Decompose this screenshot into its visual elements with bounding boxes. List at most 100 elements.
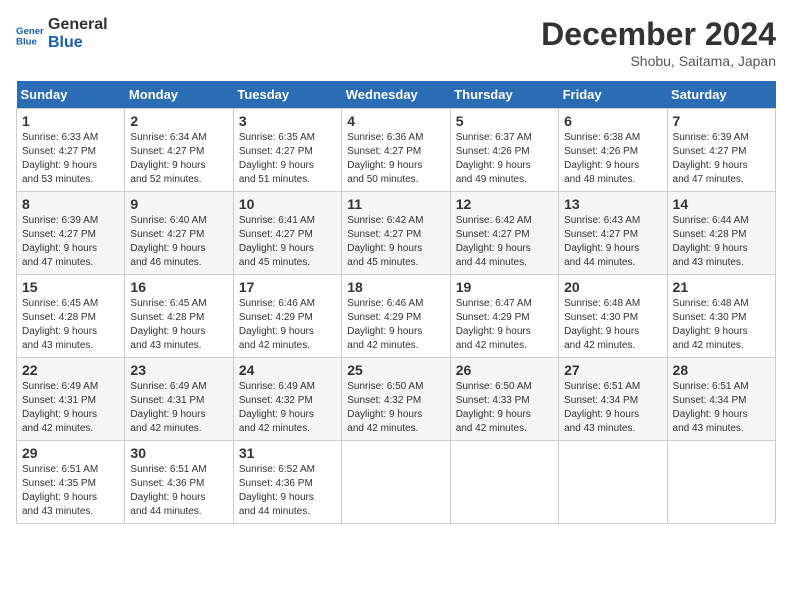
day-number: 15 [22,279,119,295]
calendar-cell: 18Sunrise: 6:46 AM Sunset: 4:29 PM Dayli… [342,275,450,358]
day-info: Sunrise: 6:36 AM Sunset: 4:27 PM Dayligh… [347,131,444,187]
day-info: Sunrise: 6:46 AM Sunset: 4:29 PM Dayligh… [239,297,336,353]
calendar-cell: 12 Sunrise: 6:42 AM Sunset: 4:27 PM Dayli… [450,192,558,275]
day-info: Sunrise: 6:45 AM Sunset: 4:28 PM Dayligh… [22,297,119,353]
calendar-cell: 8Sunrise: 6:39 AM Sunset: 4:27 PM Daylig… [17,192,125,275]
calendar-cell: 11 Sunrise: 6:42 AM Sunset: 4:27 PM Dayli… [342,192,450,275]
day-number: 28 [673,362,770,378]
day-info: Sunrise: 6:40 AM Sunset: 4:27 PM Dayligh… [130,214,227,270]
day-number: 5 [456,113,553,129]
calendar-cell: 14 Sunrise: 6:44 AM Sunset: 4:28 PM Dayli… [667,192,775,275]
logo-general: General [48,16,108,34]
day-number: 25 [347,362,444,378]
day-info: Sunrise: 6:51 AM Sunset: 4:34 PM Dayligh… [673,380,770,436]
logo-blue: Blue [48,34,108,52]
day-number: 3 [239,113,336,129]
day-number: 13 [564,196,661,212]
calendar-cell: 23 Sunrise: 6:49 AM Sunset: 4:31 PM Dayli… [125,358,233,441]
calendar-cell: 27 Sunrise: 6:51 AM Sunset: 4:34 PM Dayli… [559,358,667,441]
day-number: 4 [347,113,444,129]
day-number: 9 [130,196,227,212]
day-info: Sunrise: 6:47 AM Sunset: 4:29 PM Dayligh… [456,297,553,353]
day-info: Sunrise: 6:42 AM Sunset: 4:27 PM Dayligh… [347,214,444,270]
day-number: 17 [239,279,336,295]
calendar-cell [559,441,667,524]
day-info: Sunrise: 6:43 AM Sunset: 4:27 PM Dayligh… [564,214,661,270]
day-info: Sunrise: 6:33 AM Sunset: 4:27 PM Dayligh… [22,131,119,187]
calendar-cell: 4 Sunrise: 6:36 AM Sunset: 4:27 PM Daylig… [342,109,450,192]
day-number: 1 [22,113,119,129]
day-info: Sunrise: 6:38 AM Sunset: 4:26 PM Dayligh… [564,131,661,187]
day-number: 19 [456,279,553,295]
calendar-cell: 3 Sunrise: 6:35 AM Sunset: 4:27 PM Daylig… [233,109,341,192]
day-number: 14 [673,196,770,212]
weekday-header-tuesday: Tuesday [233,81,341,109]
calendar-cell: 19 Sunrise: 6:47 AM Sunset: 4:29 PM Dayli… [450,275,558,358]
day-info: Sunrise: 6:39 AM Sunset: 4:27 PM Dayligh… [22,214,119,270]
day-info: Sunrise: 6:49 AM Sunset: 4:31 PM Dayligh… [130,380,227,436]
calendar-cell: 20Sunrise: 6:48 AM Sunset: 4:30 PM Dayli… [559,275,667,358]
calendar-cell: 16 Sunrise: 6:45 AM Sunset: 4:28 PM Dayli… [125,275,233,358]
calendar-cell: 17 Sunrise: 6:46 AM Sunset: 4:29 PM Dayli… [233,275,341,358]
day-number: 23 [130,362,227,378]
day-number: 24 [239,362,336,378]
day-number: 11 [347,196,444,212]
calendar-cell: 6Sunrise: 6:38 AM Sunset: 4:26 PM Daylig… [559,109,667,192]
weekday-header-thursday: Thursday [450,81,558,109]
day-number: 10 [239,196,336,212]
calendar-cell: 29 Sunrise: 6:51 AM Sunset: 4:35 PM Dayli… [17,441,125,524]
page-header: General Blue General Blue December 2024 … [16,16,776,69]
calendar-cell [667,441,775,524]
calendar-cell: 5Sunrise: 6:37 AM Sunset: 4:26 PM Daylig… [450,109,558,192]
day-number: 20 [564,279,661,295]
calendar-cell: 1 Sunrise: 6:33 AM Sunset: 4:27 PM Daylig… [17,109,125,192]
calendar-week-row: 15 Sunrise: 6:45 AM Sunset: 4:28 PM Dayli… [17,275,776,358]
calendar-cell: 22Sunrise: 6:49 AM Sunset: 4:31 PM Dayli… [17,358,125,441]
day-number: 22 [22,362,119,378]
day-info: Sunrise: 6:48 AM Sunset: 4:30 PM Dayligh… [673,297,770,353]
day-number: 31 [239,445,336,461]
calendar-cell: 7Sunrise: 6:39 AM Sunset: 4:27 PM Daylig… [667,109,775,192]
calendar-cell [342,441,450,524]
day-info: Sunrise: 6:45 AM Sunset: 4:28 PM Dayligh… [130,297,227,353]
calendar-cell: 24 Sunrise: 6:49 AM Sunset: 4:32 PM Dayli… [233,358,341,441]
calendar-cell: 26 Sunrise: 6:50 AM Sunset: 4:33 PM Dayli… [450,358,558,441]
day-info: Sunrise: 6:44 AM Sunset: 4:28 PM Dayligh… [673,214,770,270]
month-title: December 2024 [541,16,776,53]
day-info: Sunrise: 6:51 AM Sunset: 4:34 PM Dayligh… [564,380,661,436]
day-info: Sunrise: 6:42 AM Sunset: 4:27 PM Dayligh… [456,214,553,270]
day-number: 26 [456,362,553,378]
calendar-cell: 10 Sunrise: 6:41 AM Sunset: 4:27 PM Dayli… [233,192,341,275]
day-number: 27 [564,362,661,378]
calendar-week-row: 1 Sunrise: 6:33 AM Sunset: 4:27 PM Daylig… [17,109,776,192]
day-number: 29 [22,445,119,461]
day-number: 7 [673,113,770,129]
day-info: Sunrise: 6:35 AM Sunset: 4:27 PM Dayligh… [239,131,336,187]
weekday-header-saturday: Saturday [667,81,775,109]
day-number: 16 [130,279,227,295]
title-block: December 2024 Shobu, Saitama, Japan [541,16,776,69]
day-info: Sunrise: 6:51 AM Sunset: 4:35 PM Dayligh… [22,463,119,519]
day-info: Sunrise: 6:46 AM Sunset: 4:29 PM Dayligh… [347,297,444,353]
day-info: Sunrise: 6:51 AM Sunset: 4:36 PM Dayligh… [130,463,227,519]
day-number: 2 [130,113,227,129]
weekday-header-monday: Monday [125,81,233,109]
day-info: Sunrise: 6:50 AM Sunset: 4:32 PM Dayligh… [347,380,444,436]
calendar-cell: 25 Sunrise: 6:50 AM Sunset: 4:32 PM Dayli… [342,358,450,441]
calendar-cell: 30 Sunrise: 6:51 AM Sunset: 4:36 PM Dayli… [125,441,233,524]
weekday-header-friday: Friday [559,81,667,109]
calendar-cell: 13 Sunrise: 6:43 AM Sunset: 4:27 PM Dayli… [559,192,667,275]
calendar-table: SundayMondayTuesdayWednesdayThursdayFrid… [16,81,776,524]
day-info: Sunrise: 6:34 AM Sunset: 4:27 PM Dayligh… [130,131,227,187]
day-info: Sunrise: 6:52 AM Sunset: 4:36 PM Dayligh… [239,463,336,519]
day-info: Sunrise: 6:41 AM Sunset: 4:27 PM Dayligh… [239,214,336,270]
logo-icon: General Blue [16,20,44,48]
calendar-cell: 28 Sunrise: 6:51 AM Sunset: 4:34 PM Dayli… [667,358,775,441]
day-number: 30 [130,445,227,461]
calendar-week-row: 29 Sunrise: 6:51 AM Sunset: 4:35 PM Dayli… [17,441,776,524]
day-info: Sunrise: 6:49 AM Sunset: 4:32 PM Dayligh… [239,380,336,436]
day-number: 12 [456,196,553,212]
day-info: Sunrise: 6:50 AM Sunset: 4:33 PM Dayligh… [456,380,553,436]
weekday-header-row: SundayMondayTuesdayWednesdayThursdayFrid… [17,81,776,109]
weekday-header-wednesday: Wednesday [342,81,450,109]
